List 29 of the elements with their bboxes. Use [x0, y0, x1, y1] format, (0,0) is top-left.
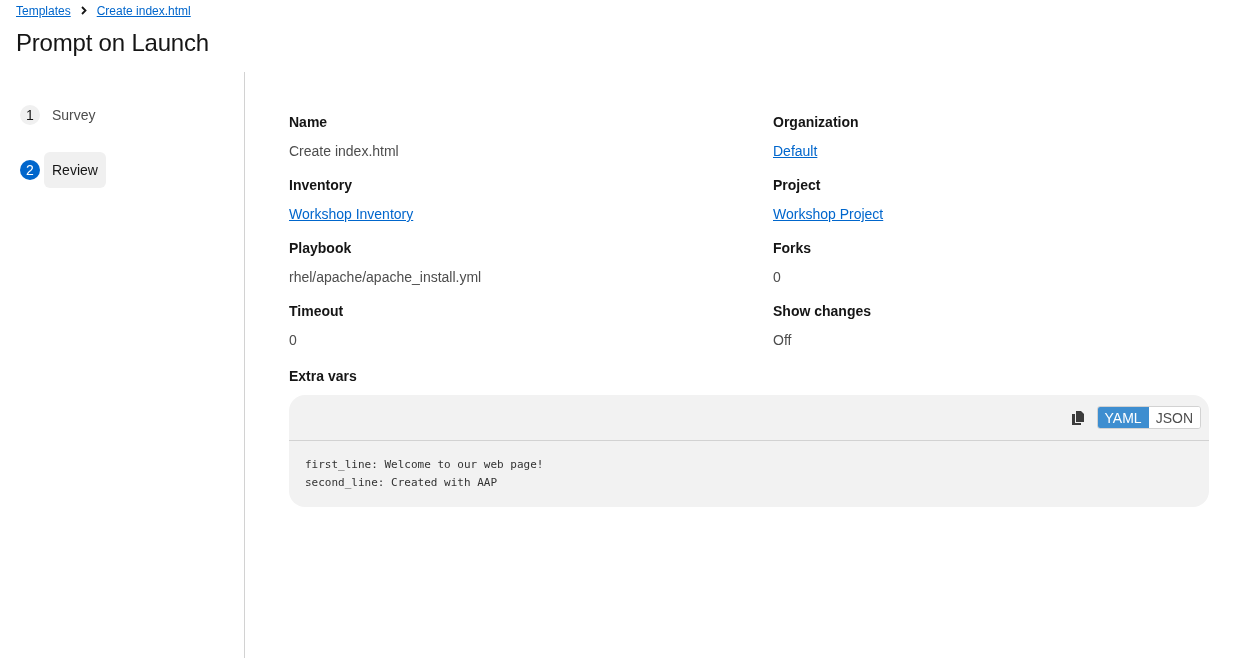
field-label: Name [289, 113, 329, 132]
wizard-step[interactable]: Survey [44, 97, 104, 133]
field-label: Playbook [289, 239, 353, 258]
field-value: 0 [289, 331, 297, 350]
chevron-right-icon [80, 6, 87, 15]
code-line: first_line: Welcome to our web page! [305, 457, 545, 473]
field-value: rhel/apache/apache_install.yml [289, 268, 482, 287]
field-link[interactable]: Workshop Project [773, 204, 884, 224]
field-label: Extra vars [289, 367, 358, 386]
breadcrumb-link[interactable]: Create index.html [96, 3, 191, 18]
field-label: Timeout [289, 302, 345, 321]
step-number-icon: 1 [20, 105, 40, 125]
field-value: Off [773, 331, 792, 350]
field-label: Project [773, 176, 822, 195]
field-link[interactable]: Default [773, 141, 818, 161]
page-title: Prompt on Launch [16, 29, 210, 57]
field-label: Inventory [289, 176, 353, 195]
field-link[interactable]: Workshop Inventory [289, 204, 414, 224]
field-value: Create index.html [289, 142, 399, 161]
step-number-icon: 2 [20, 160, 40, 180]
field-label: Forks [773, 239, 813, 258]
breadcrumb-link[interactable]: Templates [16, 3, 71, 18]
field-label: Organization [773, 113, 860, 132]
code-line: second_line: Created with AAP [305, 475, 499, 491]
field-label: Show changes [773, 302, 873, 321]
copy-icon[interactable] [1071, 410, 1084, 425]
wizard-step[interactable]: Review [44, 152, 106, 188]
format-toggle[interactable]: YAML [1097, 407, 1149, 428]
field-value: 0 [773, 268, 781, 287]
